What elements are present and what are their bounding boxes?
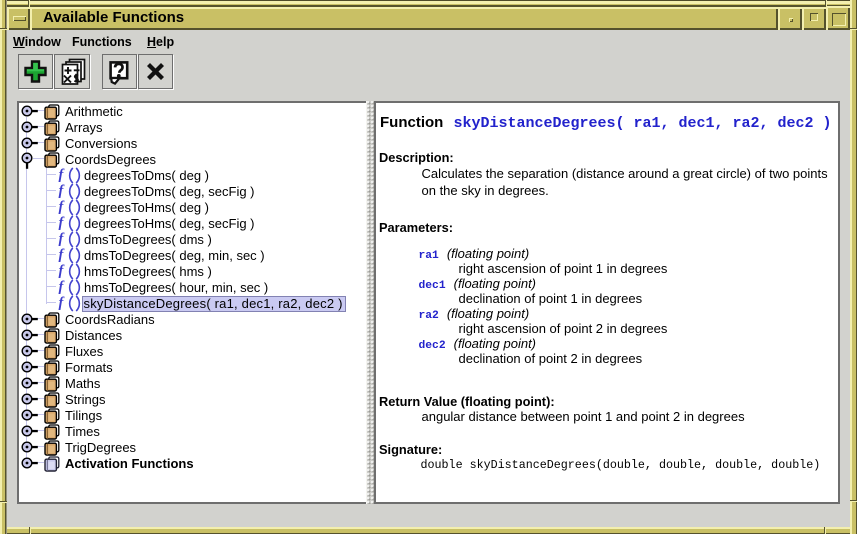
svg-text:f: f — [59, 279, 66, 295]
svg-text:f: f — [59, 167, 66, 183]
svg-text:f: f — [59, 263, 66, 279]
svg-text:f: f — [59, 295, 66, 311]
svg-text:f: f — [59, 199, 66, 215]
svg-text:f: f — [59, 247, 66, 263]
svg-text:f: f — [59, 215, 66, 231]
svg-text:f: f — [59, 231, 66, 247]
svg-text:f: f — [59, 183, 66, 199]
